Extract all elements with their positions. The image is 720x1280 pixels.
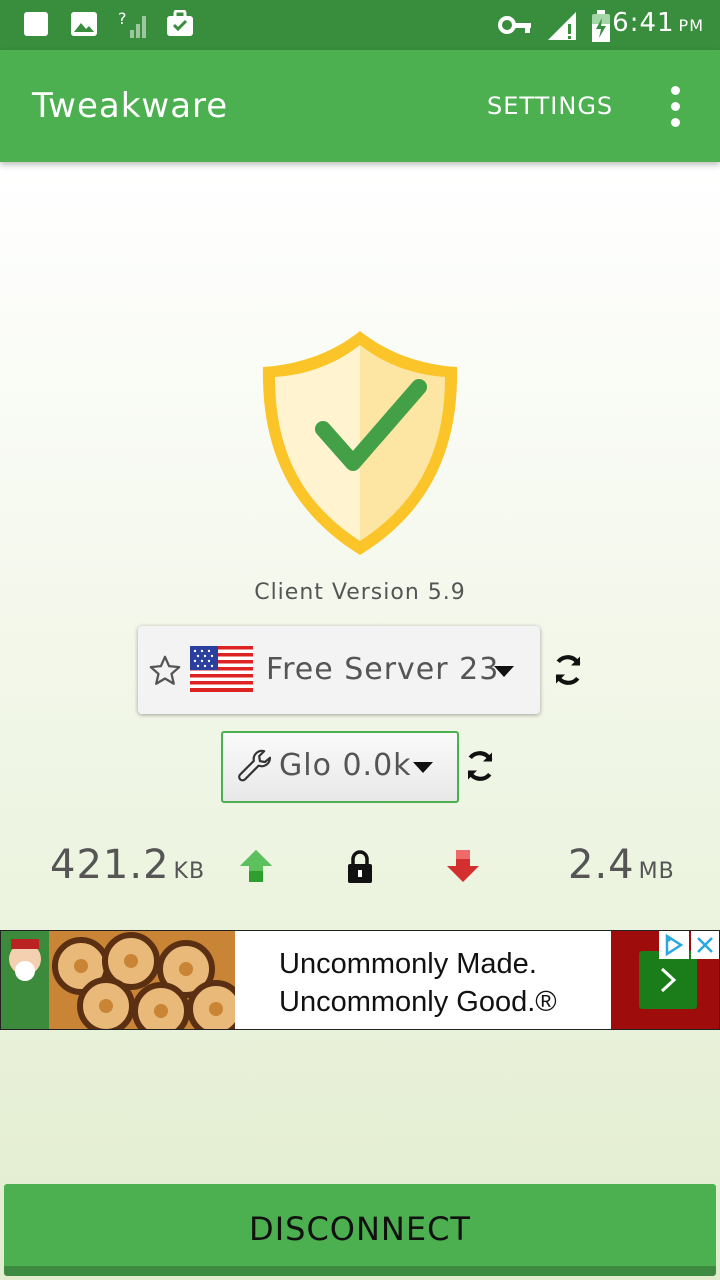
battery-icon — [592, 10, 610, 42]
app-title: Tweakware — [32, 86, 229, 126]
no-signal-icon: ? — [118, 10, 146, 38]
app-bar: Tweakware SETTINGS — [0, 50, 720, 162]
tweak-dropdown[interactable]: Glo 0.0k — [221, 731, 459, 803]
star-outline-icon[interactable] — [148, 654, 182, 688]
server-refresh-icon[interactable] — [550, 652, 586, 688]
status-bar: ? 6:41 PM — [0, 0, 720, 50]
svg-text:?: ? — [118, 10, 127, 28]
ad-line-2: Uncommonly Good.® — [279, 986, 557, 1018]
upload-stat: 421.2 KB — [50, 842, 206, 888]
ad-banner[interactable]: Uncommonly Made. Uncommonly Good.® — [0, 930, 720, 1030]
close-icon[interactable] — [691, 931, 719, 959]
chevron-right-icon — [660, 967, 677, 993]
server-dropdown[interactable]: Free Server 23 — [138, 626, 540, 714]
download-stat: 2.4 MB — [568, 842, 675, 888]
shield-check-icon — [262, 331, 458, 555]
server-name: Free Server 23 — [266, 652, 500, 687]
adchoices-icon[interactable] — [659, 931, 689, 959]
disconnect-label: DISCONNECT — [249, 1210, 471, 1248]
wrench-icon — [238, 749, 272, 782]
clock: 6:41 PM — [612, 8, 704, 38]
ad-line-1: Uncommonly Made. — [279, 948, 537, 980]
ad-cta-button[interactable] — [639, 951, 697, 1009]
briefcase-icon — [167, 10, 193, 36]
download-arrow-icon — [447, 850, 479, 882]
more-vert-icon[interactable] — [660, 86, 692, 128]
settings-button[interactable]: SETTINGS — [487, 92, 613, 120]
notification-square-icon — [24, 12, 48, 36]
upload-arrow-icon — [240, 850, 272, 882]
us-flag-icon — [190, 646, 253, 692]
lock-icon — [348, 850, 372, 883]
ad-image[interactable] — [1, 931, 235, 1029]
tweak-refresh-icon[interactable] — [462, 748, 498, 784]
disconnect-button[interactable]: DISCONNECT — [4, 1184, 716, 1276]
chevron-down-icon — [413, 762, 433, 773]
client-version: Client Version 5.9 — [254, 580, 466, 605]
signal-icon — [548, 12, 576, 40]
ad-text[interactable]: Uncommonly Made. Uncommonly Good.® — [279, 945, 557, 1021]
tweak-name: Glo 0.0k — [279, 748, 412, 783]
chevron-down-icon — [494, 666, 514, 677]
image-icon — [71, 12, 97, 36]
vpn-key-icon — [498, 16, 531, 34]
